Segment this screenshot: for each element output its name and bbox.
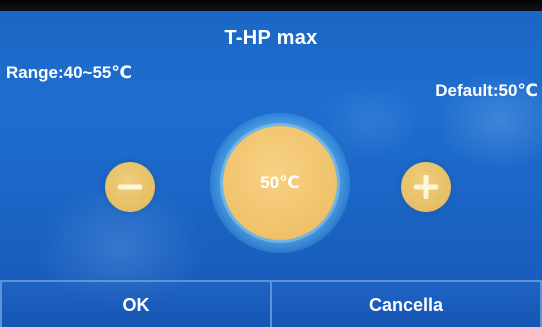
cancel-button[interactable]: Cancella [272,282,542,327]
range-label: Range:40~55℃ [6,63,132,82]
decrease-button[interactable] [105,162,155,212]
ok-button[interactable]: OK [0,282,272,327]
page-title: T-HP max [224,26,318,49]
temperature-dial: 50℃ [223,126,337,240]
plus-icon [414,175,438,199]
increase-button[interactable] [401,162,451,212]
temperature-value: 50℃ [260,173,300,192]
footer-bar: OK Cancella [0,280,542,327]
minus-icon [118,184,142,190]
default-label: Default:50℃ [435,81,538,100]
thermostat-screen: T-HP max Range:40~55℃ Default:50℃ 50℃ OK… [0,11,542,327]
